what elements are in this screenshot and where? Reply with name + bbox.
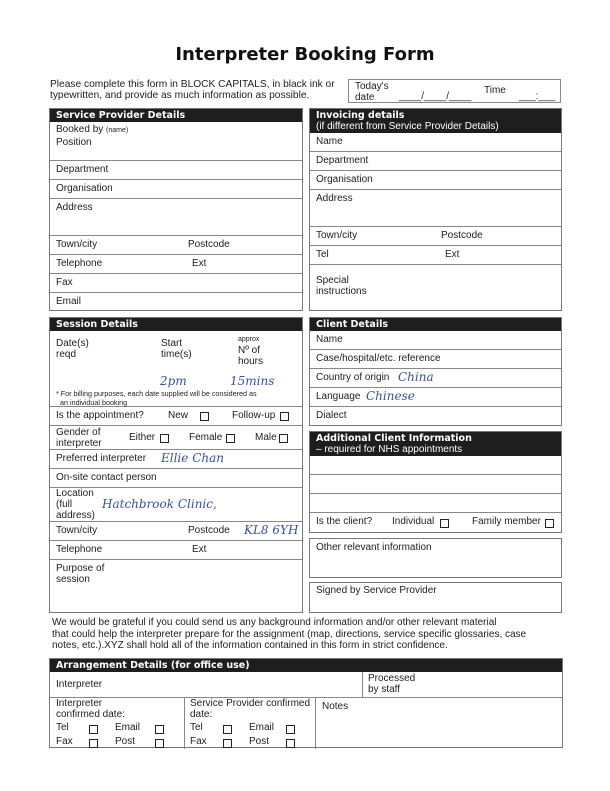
time-label: Time bbox=[484, 85, 506, 96]
additional-blank-field[interactable] bbox=[310, 456, 561, 475]
assigned-interpreter-field[interactable]: Interpreter bbox=[56, 679, 102, 690]
family-member-checkbox[interactable] bbox=[545, 519, 554, 528]
invoice-department-field[interactable]: Department bbox=[310, 152, 561, 171]
department-field[interactable]: Department bbox=[50, 161, 302, 180]
client-details-panel: Client Details Name Case/hospital/etc. r… bbox=[309, 317, 562, 426]
individual-checkbox[interactable] bbox=[440, 519, 449, 528]
section-header: Arrangement Details (for office use) bbox=[50, 659, 562, 672]
interpreter-row: Interpreter Processed by staff bbox=[50, 672, 562, 698]
billing-note: * For billing purposes, each date suppli… bbox=[56, 389, 257, 407]
interp-tel-checkbox[interactable] bbox=[89, 725, 98, 734]
language-field[interactable]: Language Chinese bbox=[310, 388, 561, 407]
background-info-paragraph: We would be grateful if you could send u… bbox=[52, 617, 527, 651]
male-checkbox[interactable] bbox=[279, 434, 288, 443]
language-value: Chinese bbox=[366, 389, 415, 403]
booked-by-field[interactable]: Booked by (name) Position bbox=[50, 122, 302, 161]
hours-value[interactable]: 15mins bbox=[230, 374, 274, 388]
session-telephone-field[interactable]: Telephone Ext bbox=[50, 541, 302, 560]
sp-email-checkbox[interactable] bbox=[286, 725, 295, 734]
address-field[interactable]: Address bbox=[50, 199, 302, 236]
email-field[interactable]: Email bbox=[50, 293, 302, 312]
special-instructions-field[interactable]: Special instructions bbox=[310, 265, 561, 310]
interp-post-checkbox[interactable] bbox=[155, 739, 164, 748]
preferred-interpreter-value: Ellie Chan bbox=[161, 451, 224, 465]
invoice-name-field[interactable]: Name bbox=[310, 133, 561, 152]
dialect-field[interactable]: Dialect bbox=[310, 407, 561, 426]
other-info-field[interactable]: Other relevant information bbox=[309, 538, 562, 578]
invoice-tel-field[interactable]: Tel Ext bbox=[310, 246, 561, 265]
reference-field[interactable]: Case/hospital/etc. reference bbox=[310, 350, 561, 369]
divider bbox=[315, 698, 316, 749]
invoice-address-field[interactable]: Address bbox=[310, 190, 561, 227]
postcode-value: KL8 6YH bbox=[244, 523, 299, 537]
date-field[interactable]: ____/____/____ bbox=[399, 91, 471, 102]
session-town-postcode-field[interactable]: Town/city Postcode KL8 6YH bbox=[50, 522, 302, 541]
location-field[interactable]: Location (full address) Hatchbrook Clinic, bbox=[50, 488, 302, 522]
dates-times-field[interactable]: Date(s) reqd Start time(s) approx Nº of hour… bbox=[50, 331, 302, 407]
divider bbox=[362, 672, 363, 698]
processed-by-field[interactable]: Processed by staff bbox=[368, 673, 415, 695]
sp-tel-checkbox[interactable] bbox=[223, 725, 232, 734]
new-checkbox[interactable] bbox=[200, 412, 209, 421]
additional-info-panel: Additional Client Information – required … bbox=[309, 431, 562, 533]
gender-row: Gender of interpreter Either Female Male bbox=[50, 426, 302, 450]
service-provider-panel: Service Provider Details Booked by (name… bbox=[49, 108, 303, 311]
section-header: Session Details bbox=[50, 318, 302, 331]
interp-fax-checkbox[interactable] bbox=[89, 739, 98, 748]
sp-post-checkbox[interactable] bbox=[286, 739, 295, 748]
female-checkbox[interactable] bbox=[226, 434, 235, 443]
invoice-organisation-field[interactable]: Organisation bbox=[310, 171, 561, 190]
section-header: Additional Client Information – required … bbox=[310, 432, 561, 456]
signature-field[interactable]: Signed by Service Provider bbox=[309, 582, 562, 613]
notes-field[interactable]: Notes bbox=[322, 701, 348, 712]
invoice-town-postcode-field[interactable]: Town/city Postcode bbox=[310, 227, 561, 246]
section-header: Service Provider Details bbox=[50, 109, 302, 122]
appointment-type-row: Is the appointment? New Follow-up bbox=[50, 407, 302, 426]
either-checkbox[interactable] bbox=[160, 434, 169, 443]
instructions-text: Please complete this form in BLOCK CAPIT… bbox=[50, 79, 350, 101]
additional-blank-field[interactable] bbox=[310, 494, 561, 513]
fax-field[interactable]: Fax bbox=[50, 274, 302, 293]
interp-email-checkbox[interactable] bbox=[155, 725, 164, 734]
confirmation-row: Interpreter confirmed date: Tel Email Fax… bbox=[56, 698, 349, 749]
preferred-interpreter-field[interactable]: Preferred interpreter Ellie Chan bbox=[50, 450, 302, 469]
client-type-row: Is the client? Individual Family member bbox=[310, 513, 561, 532]
client-name-field[interactable]: Name bbox=[310, 331, 561, 350]
arrangement-panel: Arrangement Details (for office use) Int… bbox=[49, 658, 563, 749]
divider bbox=[184, 698, 185, 749]
organisation-field[interactable]: Organisation bbox=[50, 180, 302, 199]
sp-fax-checkbox[interactable] bbox=[223, 739, 232, 748]
onsite-contact-field[interactable]: On-site contact person bbox=[50, 469, 302, 488]
invoicing-panel: Invoicing details (if different from Serv… bbox=[309, 108, 562, 311]
session-details-panel: Session Details Date(s) reqd Start time(s)… bbox=[49, 317, 303, 613]
additional-blank-field[interactable] bbox=[310, 475, 561, 494]
country-field[interactable]: Country of origin China bbox=[310, 369, 561, 388]
location-value: Hatchbrook Clinic, bbox=[102, 497, 217, 511]
follow-up-checkbox[interactable] bbox=[280, 412, 289, 421]
town-postcode-field[interactable]: Town/city Postcode bbox=[50, 236, 302, 255]
instructions-line: Please complete this form in BLOCK CAPIT… bbox=[50, 79, 335, 90]
instructions-line: typewritten, and provide as much informa… bbox=[50, 90, 310, 101]
time-field[interactable]: ___:___ bbox=[519, 91, 555, 102]
date-time-box: Today's date ____/____/____ Time ___:___ bbox=[348, 79, 561, 103]
form-title: Interpreter Booking Form bbox=[175, 44, 435, 65]
country-value: China bbox=[398, 370, 434, 384]
start-time-value[interactable]: 2pm bbox=[160, 374, 187, 388]
purpose-field[interactable]: Purpose of session bbox=[50, 560, 302, 612]
section-header: Invoicing details (if different from Serv… bbox=[310, 109, 561, 133]
todays-date-label: Today's date bbox=[355, 81, 389, 103]
section-header: Client Details bbox=[310, 318, 561, 331]
telephone-field[interactable]: Telephone Ext bbox=[50, 255, 302, 274]
